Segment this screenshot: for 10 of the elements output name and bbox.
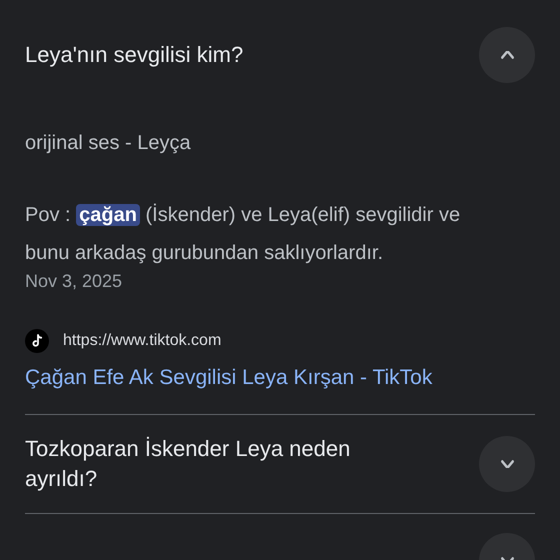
date-text: Nov 3, 2025 [25, 270, 124, 293]
source-title: orijinal ses - Leyça [25, 131, 192, 156]
question-text[interactable]: Tozkoparan İskender Leya neden ayrıldı? [25, 434, 425, 494]
question-text[interactable]: Leya'nın sevgilisi kim? [25, 40, 425, 70]
music-note-icon [25, 329, 49, 353]
answer-text: Pov : çağan (İskender) ve Leya(elif) sevgilidir ve bunu arkadaş gurubundan saklıyorlardır. [25, 202, 462, 266]
chevron-up-icon [500, 51, 514, 59]
source-url: https://www.tiktok.com [63, 331, 222, 351]
chevron-down-icon [500, 460, 514, 468]
result-link[interactable]: Çağan Efe Ak Sevgilisi Leya Kırşan - TikTok [25, 363, 432, 393]
